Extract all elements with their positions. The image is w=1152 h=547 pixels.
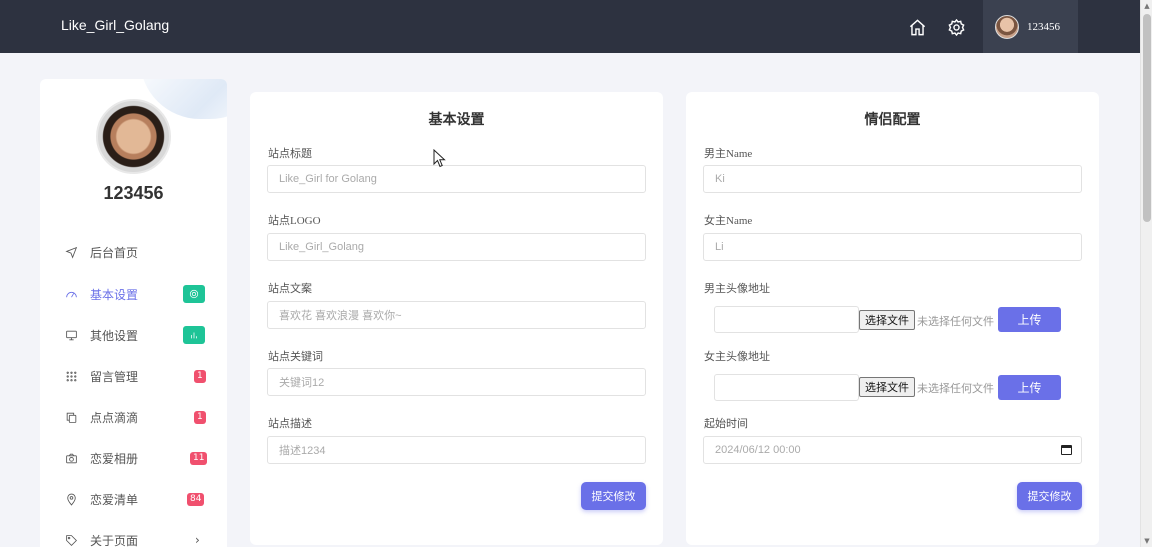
start-time-label: 起始时间 xyxy=(704,418,748,430)
gauge-icon xyxy=(64,287,78,301)
site-desc-input[interactable]: 描述1234 xyxy=(267,436,646,464)
scroll-down-arrow[interactable]: ▼ xyxy=(1143,537,1151,545)
sidebar-item-messages[interactable]: 留言管理 1 xyxy=(40,361,227,391)
submit-button[interactable]: 提交修改 xyxy=(1017,482,1082,510)
file-status-text: 未选择任何文件 xyxy=(917,316,994,328)
sidebar-item-label: 后台首页 xyxy=(90,245,139,260)
settings-badge xyxy=(183,285,205,303)
home-icon[interactable] xyxy=(907,17,927,37)
site-keywords-input[interactable]: 关键词12 xyxy=(267,368,646,396)
female-avatar-file-box[interactable] xyxy=(714,374,859,401)
site-logo-input[interactable]: Like_Girl_Golang xyxy=(267,233,646,261)
scroll-up-arrow[interactable]: ▲ xyxy=(1143,2,1151,10)
sidebar-item-label: 恋爱清单 xyxy=(90,492,139,507)
map-pin-icon xyxy=(64,492,78,506)
sidebar-item-label: 其他设置 xyxy=(90,328,139,343)
female-name-input[interactable]: Li xyxy=(703,233,1082,261)
sidebar-item-label: 恋爱相册 xyxy=(90,451,139,466)
sidebar-item-other-settings[interactable]: 其他设置 xyxy=(40,320,227,350)
send-icon xyxy=(64,245,78,259)
site-keywords-label: 站点关键词 xyxy=(268,351,323,363)
female-name-label: 女主Name xyxy=(704,215,753,227)
header-username: 123456 xyxy=(1027,20,1060,33)
brand-title[interactable]: Like_Girl_Golang xyxy=(61,17,169,33)
copy-icon xyxy=(64,410,78,424)
couple-settings-card: 情侣配置 男主Name Ki 女主Name Li 男主头像地址 选择文件 未选择… xyxy=(686,92,1099,545)
count-badge: 1 xyxy=(194,410,206,424)
sidebar-item-about[interactable]: 关于页面 › xyxy=(40,525,227,547)
submit-button[interactable]: 提交修改 xyxy=(581,482,646,510)
card-title: 基本设置 xyxy=(428,113,485,128)
sidebar-item-love-list[interactable]: 恋爱清单 84 xyxy=(40,484,227,514)
chevron-right-icon: › xyxy=(195,533,200,547)
user-menu[interactable]: 123456 xyxy=(983,0,1078,53)
upload-button[interactable]: 上传 xyxy=(998,375,1061,400)
site-logo-label: 站点LOGO xyxy=(268,215,321,227)
sidebar-item-label: 基本设置 xyxy=(90,287,139,302)
start-time-value: 2024/06/12 00:00 xyxy=(715,444,801,456)
sidebar-item-label: 关于页面 xyxy=(90,533,139,547)
male-name-label: 男主Name xyxy=(704,148,753,160)
sidebar-item-basic-settings[interactable]: 基本设置 xyxy=(40,279,227,309)
male-name-input[interactable]: Ki xyxy=(703,165,1082,193)
upload-button[interactable]: 上传 xyxy=(998,307,1061,332)
sidebar-item-label: 留言管理 xyxy=(90,369,139,384)
count-badge: 84 xyxy=(187,492,205,506)
file-status-text: 未选择任何文件 xyxy=(917,383,994,395)
calendar-icon[interactable] xyxy=(1061,445,1072,455)
sidebar-item-album[interactable]: 恋爱相册 11 xyxy=(40,443,227,473)
male-avatar-file-box[interactable] xyxy=(714,306,859,333)
count-badge: 1 xyxy=(194,369,206,383)
card-title: 情侣配置 xyxy=(864,113,921,128)
sidebar-item-moments[interactable]: 点点滴滴 1 xyxy=(40,402,227,432)
avatar xyxy=(995,14,1019,39)
profile-avatar xyxy=(96,99,171,174)
site-copy-label: 站点文案 xyxy=(268,283,312,295)
monitor-icon xyxy=(64,328,78,342)
site-title-input[interactable]: Like_Girl for Golang xyxy=(267,165,646,193)
site-copy-input[interactable]: 喜欢花 喜欢浪漫 喜欢你~ xyxy=(267,301,646,329)
choose-file-button[interactable]: 选择文件 xyxy=(859,377,915,397)
tag-icon xyxy=(64,533,78,547)
sidebar-item-dashboard[interactable]: 后台首页 xyxy=(40,237,227,267)
top-bar: Like_Girl_Golang 123456 xyxy=(0,0,1140,53)
camera-icon xyxy=(64,451,78,465)
scrollbar[interactable]: ▲ ▼ xyxy=(1140,0,1152,547)
choose-file-button[interactable]: 选择文件 xyxy=(859,310,915,330)
grid-icon xyxy=(64,369,78,383)
mouse-cursor-icon xyxy=(433,149,446,168)
start-time-input[interactable]: 2024/06/12 00:00 xyxy=(703,436,1082,464)
site-desc-label: 站点描述 xyxy=(268,418,312,430)
basic-settings-card: 基本设置 站点标题 Like_Girl for Golang 站点LOGO Li… xyxy=(250,92,663,545)
site-title-label: 站点标题 xyxy=(268,148,312,160)
sidebar-item-label: 点点滴滴 xyxy=(90,410,139,425)
profile-username: 123456 xyxy=(103,183,164,203)
female-avatar-label: 女主头像地址 xyxy=(704,351,770,363)
gear-icon[interactable] xyxy=(946,17,966,37)
male-avatar-label: 男主头像地址 xyxy=(704,283,770,295)
count-badge: 11 xyxy=(190,451,208,465)
chart-badge xyxy=(183,326,205,344)
sidebar: 123456 后台首页 基本设置 其他设置 留言管理 1 点点滴滴 1 恋爱相册… xyxy=(40,79,227,547)
scroll-thumb[interactable] xyxy=(1143,14,1151,222)
